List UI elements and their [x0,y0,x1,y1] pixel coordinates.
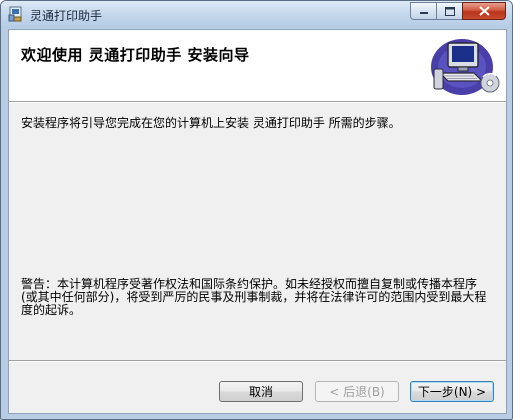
header-banner: 欢迎使用 灵通打印助手 安装向导 [9,30,506,101]
next-button[interactable]: 下一步(N) > [410,381,494,402]
close-icon [478,6,490,16]
minimize-button[interactable] [410,2,436,20]
footer-separator [9,360,506,362]
computer-setup-icon [431,39,500,95]
header-separator [9,101,506,103]
installer-app-icon [8,6,22,22]
dialog-client-area: 欢迎使用 灵通打印助手 安装向导 安装程序将引导您完成在您的计算机上安装 灵通打… [8,29,507,414]
maximize-icon [444,6,455,16]
title-bar[interactable]: 灵通打印助手 [1,1,512,28]
installer-window: 灵通打印助手 欢迎使用 灵通打印助手 安装向导 安装程序将引导您完成在您的计算机… [0,0,513,420]
banner-title: 欢迎使用 灵通打印助手 安装向导 [21,46,250,64]
back-button[interactable]: < 后退(B) [315,381,399,402]
caption-buttons [410,2,506,21]
cancel-button[interactable]: 取消 [219,381,303,402]
window-title: 灵通打印助手 [30,9,103,23]
maximize-button[interactable] [436,2,462,20]
intro-text: 安装程序将引导您完成在您的计算机上安装 灵通打印助手 所需的步骤。 [21,116,401,130]
minimize-icon [419,12,428,14]
close-button[interactable] [462,2,506,20]
copyright-warning: 警告：本计算机程序受著作权法和国际条约保护。如未经授权而擅自复制或传播本程序(或… [21,277,487,317]
